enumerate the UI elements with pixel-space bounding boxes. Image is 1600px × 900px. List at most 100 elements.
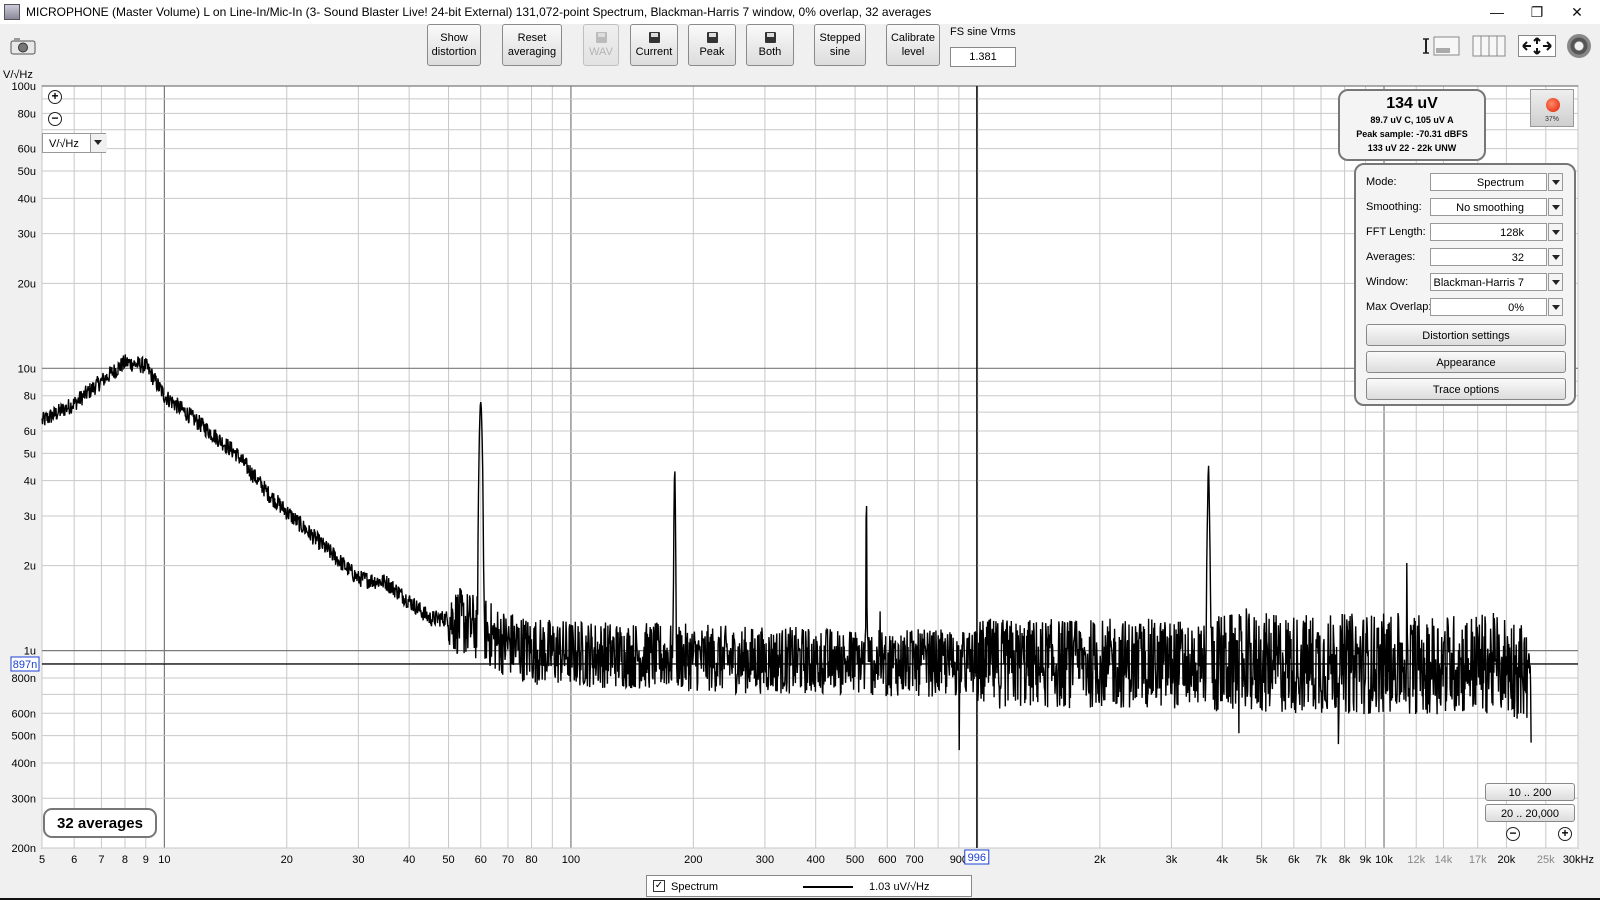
- fft-length-row: FFT Length: 128k: [1366, 223, 1566, 243]
- x-tick-label: 8k: [1339, 854, 1351, 866]
- record-percent: 37%: [1544, 116, 1559, 123]
- camera-icon[interactable]: [10, 37, 36, 55]
- x-tick-label: 8: [122, 854, 128, 866]
- range-10-200-button[interactable]: 10 .. 200: [1485, 783, 1575, 801]
- averages-badge: 32 averages: [43, 808, 157, 838]
- reset-averaging-button[interactable]: Reset averaging: [502, 24, 562, 66]
- smoothing-row: Smoothing: No smoothing: [1366, 198, 1566, 218]
- x-tick-label: 7k: [1315, 854, 1327, 866]
- y-axis-unit: V/√Hz: [3, 69, 33, 81]
- x-tick-label: 80: [525, 854, 537, 866]
- weighted-levels: 89.7 uV C, 105 uV A: [1370, 115, 1454, 125]
- trace-options-button[interactable]: Trace options: [1366, 378, 1566, 400]
- y-tick-label: 10u: [18, 363, 36, 375]
- x-tick-label: 3k: [1166, 854, 1178, 866]
- x-tick-label: 6: [71, 854, 77, 866]
- y-tick-label: 600n: [12, 708, 36, 720]
- zoom-in-icon[interactable]: +: [1558, 827, 1572, 841]
- mode-select[interactable]: Spectrum: [1430, 173, 1547, 191]
- x-tick-label: 20k: [1498, 854, 1516, 866]
- zoom-in-icon[interactable]: +: [48, 90, 62, 104]
- y-tick-label: 40u: [18, 193, 36, 205]
- x-tick-label: 60: [475, 854, 487, 866]
- appearance-button[interactable]: Appearance: [1366, 351, 1566, 373]
- floppy-icon: [706, 31, 718, 43]
- x-tick-label: 25k: [1537, 854, 1555, 866]
- record-button[interactable]: 37%: [1530, 89, 1574, 127]
- y-tick-label: 500n: [12, 731, 36, 743]
- smoothing-select[interactable]: No smoothing: [1430, 198, 1547, 216]
- floppy-icon: [648, 31, 660, 43]
- x-tick-label: 5: [39, 854, 45, 866]
- y-tick-label: 60u: [18, 144, 36, 156]
- gear-icon[interactable]: [1567, 34, 1591, 58]
- fs-sine-input[interactable]: 1.381: [950, 47, 1016, 67]
- both-button[interactable]: Both: [746, 24, 794, 66]
- floppy-icon: [764, 31, 776, 43]
- legend: ✓ Spectrum 1.03 uV/√Hz: [646, 875, 972, 897]
- cursor-x-label: 996: [968, 852, 986, 864]
- unweighted-level: 133 uV 22 - 22k UNW: [1367, 143, 1457, 153]
- chevron-down-icon[interactable]: [1548, 248, 1563, 266]
- columns-icon[interactable]: [1472, 35, 1506, 57]
- calibrate-level-button[interactable]: Calibrate level: [886, 24, 940, 66]
- floppy-icon: [595, 31, 607, 43]
- close-button[interactable]: ✕: [1557, 0, 1597, 24]
- fft-length-select[interactable]: 128k: [1430, 223, 1547, 241]
- show-distortion-button[interactable]: Show distortion: [427, 24, 481, 66]
- x-tick-label: 100: [562, 854, 580, 866]
- x-tick-label: 5k: [1256, 854, 1268, 866]
- max-overlap-row: Max Overlap: 0%: [1366, 298, 1566, 318]
- x-tick-label: 70: [502, 854, 514, 866]
- restore-button[interactable]: ❐: [1517, 0, 1557, 24]
- legend-value: 1.03 uV/√Hz: [869, 881, 930, 893]
- chevron-down-icon[interactable]: [1548, 273, 1563, 291]
- x-tick-label: 400: [807, 854, 825, 866]
- distortion-settings-button[interactable]: Distortion settings: [1366, 324, 1566, 346]
- expand-arrows-icon[interactable]: [1518, 35, 1556, 57]
- wav-button[interactable]: WAV: [583, 24, 619, 66]
- x-tick-label: 900: [950, 854, 968, 866]
- x-tick-label: 300: [756, 854, 774, 866]
- y-tick-label: 20u: [18, 278, 36, 290]
- window-title: MICROPHONE (Master Volume) L on Line-In/…: [26, 5, 932, 19]
- peak-button[interactable]: Peak: [688, 24, 736, 66]
- chevron-down-icon[interactable]: [1548, 223, 1563, 241]
- y-tick-label: 2u: [24, 561, 36, 573]
- window-select[interactable]: Blackman-Harris 7: [1430, 273, 1547, 291]
- x-tick-label: 200: [684, 854, 702, 866]
- y-tick-label: 4u: [24, 476, 36, 488]
- plot-area: [41, 85, 1579, 849]
- current-button[interactable]: Current: [630, 24, 678, 66]
- y-tick-label: 3u: [24, 511, 36, 523]
- spectrum-checkbox[interactable]: ✓: [653, 880, 665, 892]
- y-tick-label: 300n: [12, 793, 36, 805]
- range-20-20000-button[interactable]: 20 .. 20,000: [1485, 804, 1575, 822]
- y-tick-label: 8u: [24, 391, 36, 403]
- x-tick-label: 30: [352, 854, 364, 866]
- chevron-down-icon[interactable]: [90, 134, 107, 152]
- max-overlap-select[interactable]: 0%: [1430, 298, 1547, 316]
- toolbar: Show distortion Reset averaging WAV Curr…: [0, 24, 1600, 72]
- chevron-down-icon[interactable]: [1548, 298, 1563, 316]
- chevron-down-icon[interactable]: [1548, 198, 1563, 216]
- minimize-button[interactable]: —: [1477, 0, 1517, 24]
- zoom-out-icon[interactable]: −: [48, 112, 62, 126]
- record-icon: [1546, 98, 1560, 112]
- x-tick-label: 600: [878, 854, 896, 866]
- y-tick-label: 30u: [18, 229, 36, 241]
- x-tick-label: 6k: [1288, 854, 1300, 866]
- zoom-out-icon[interactable]: −: [1506, 827, 1520, 841]
- cursor-x-box: [964, 849, 990, 865]
- title-bar: MICROPHONE (Master Volume) L on Line-In/…: [0, 0, 1600, 24]
- x-tick-label: 50: [442, 854, 454, 866]
- x-tick-label: 2k: [1094, 854, 1106, 866]
- window-row: Window: Blackman-Harris 7: [1366, 273, 1566, 293]
- y-tick-label: 6u: [24, 426, 36, 438]
- legend-line-swatch: [803, 886, 853, 888]
- chevron-down-icon[interactable]: [1548, 173, 1563, 191]
- x-tick-label: 9: [143, 854, 149, 866]
- stepped-sine-button[interactable]: Stepped sine: [814, 24, 866, 66]
- layout-icon[interactable]: [1423, 35, 1461, 57]
- averages-select[interactable]: 32: [1430, 248, 1547, 266]
